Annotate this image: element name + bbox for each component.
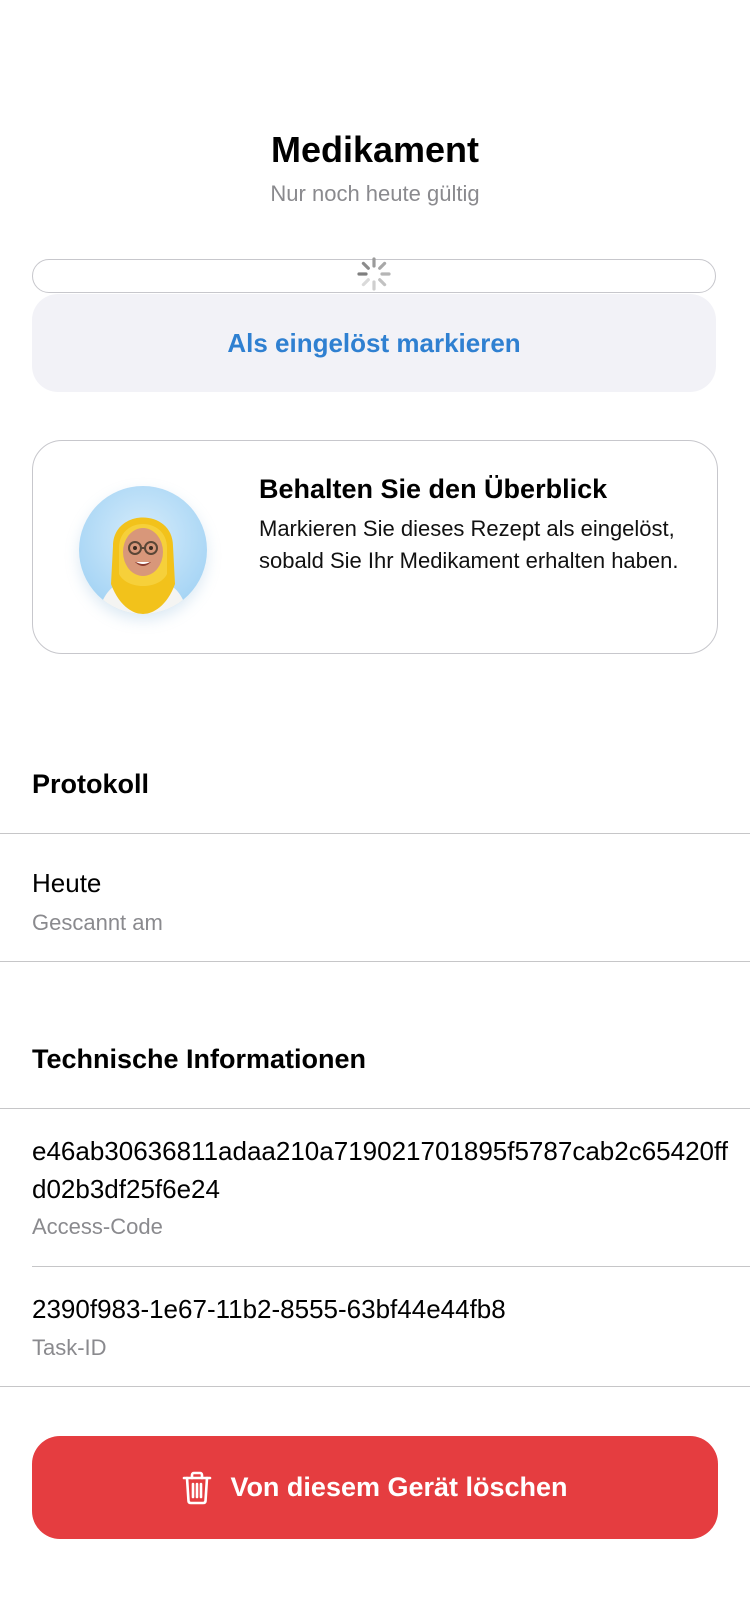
info-card-title: Behalten Sie den Überblick [259,474,608,504]
divider [0,961,750,962]
info-card-text: Behalten Sie den Überblick Markieren Sie… [259,471,689,577]
task-id-label: Task-ID [32,1335,107,1360]
divider [0,1386,750,1387]
pharmacist-avatar [79,486,207,614]
trash-icon [182,1471,212,1505]
mark-as-redeemed-button[interactable]: Als eingelöst markieren [32,294,716,392]
info-card: Behalten Sie den Überblick Markieren Sie… [32,440,718,654]
header: Medikament Nur noch heute gültig [0,128,750,208]
delete-button-label: Von diesem Gerät löschen [230,1472,568,1502]
access-code-value: e46ab30636811adaa210a719021701895f5787ca… [32,1136,728,1204]
protocol-entry-label: Gescannt am [32,910,163,935]
task-id-value: 2390f983-1e67-11b2-8555-63bf44e44fb8 [32,1294,506,1324]
page-title: Medikament [270,129,480,170]
spinner-icon [356,256,392,297]
divider [32,1266,750,1267]
info-card-body: Markieren Sie dieses Rezept als eingelös… [259,516,679,573]
protocol-entry-value: Heute [32,868,102,898]
protocol-section-title: Protokoll [32,769,150,799]
access-code-label: Access-Code [32,1214,163,1239]
validity-subtitle: Nur noch heute gültig [270,181,480,206]
technical-section-title: Technische Informationen [32,1044,367,1074]
divider [0,833,750,834]
divider [0,1108,750,1109]
delete-from-device-button[interactable]: Von diesem Gerät löschen [32,1436,718,1539]
loading-indicator [32,256,716,293]
